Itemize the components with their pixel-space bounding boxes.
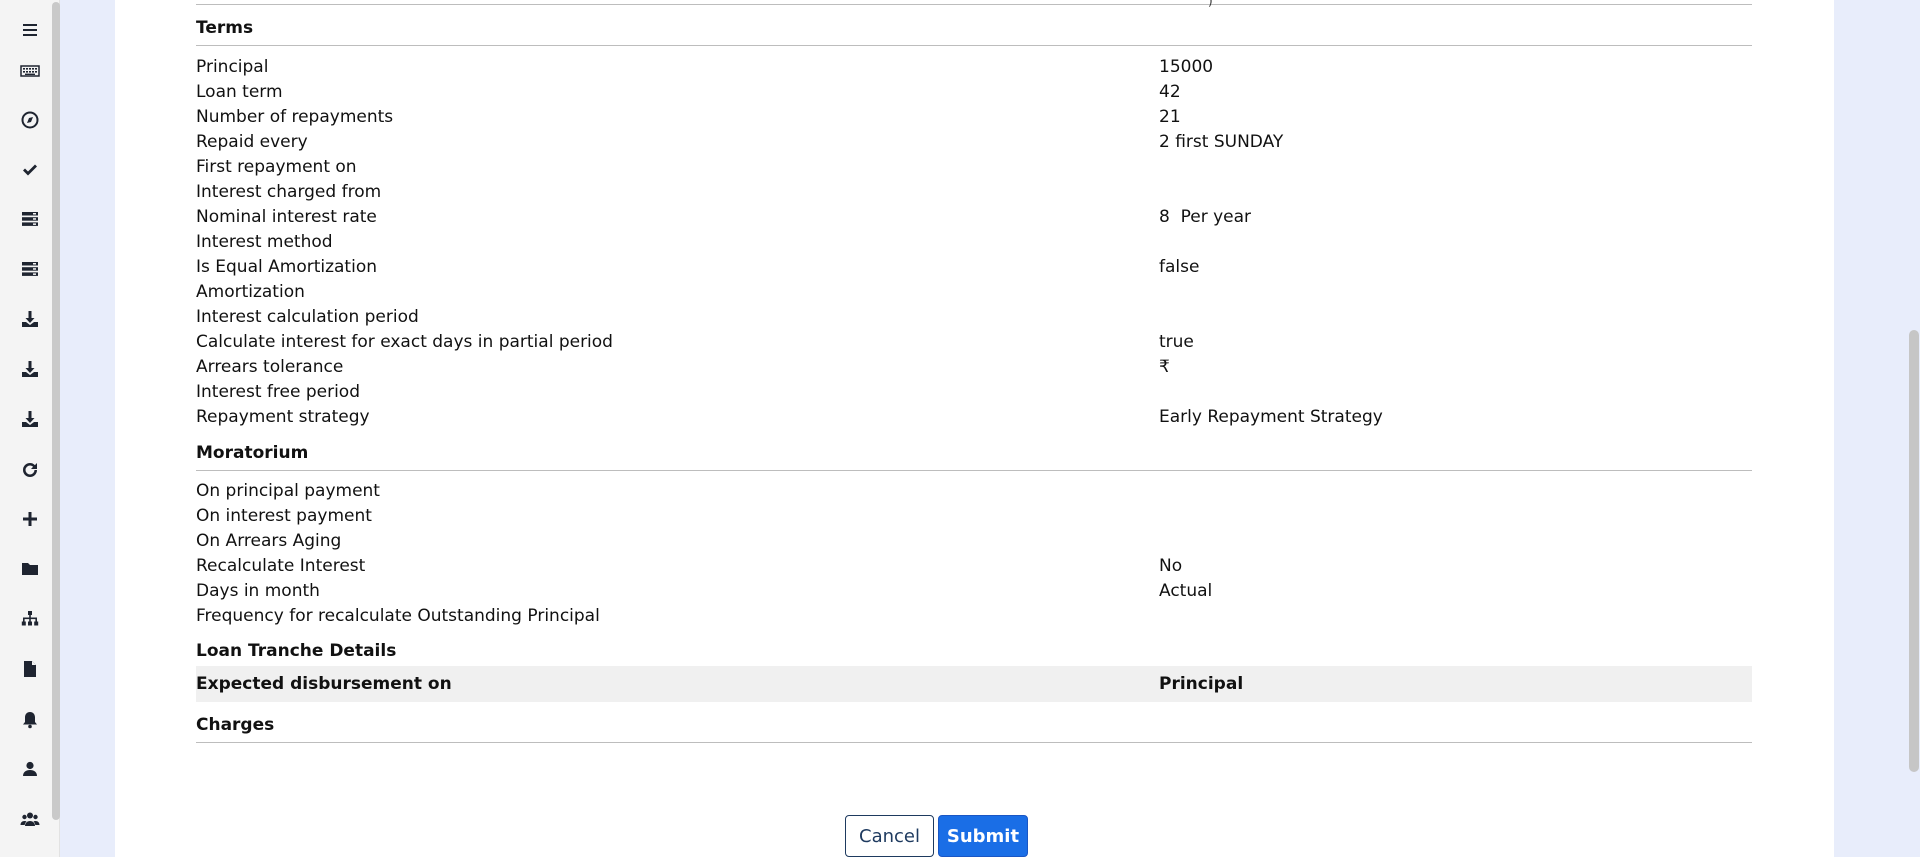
detail-row-on-arrears-aging: On Arrears Aging xyxy=(196,529,1752,554)
detail-row-recalculate-frequency: Frequency for recalculate Outstanding Pr… xyxy=(196,604,1752,629)
server-icon[interactable] xyxy=(10,202,50,236)
detail-label: On interest payment xyxy=(196,506,372,526)
detail-row-on-interest-payment: On interest payment xyxy=(196,504,1752,529)
column-header-principal: Principal xyxy=(1159,674,1244,694)
detail-row-first-repayment-on: First repayment on xyxy=(196,155,1752,180)
page-scrollbar[interactable] xyxy=(1909,330,1919,772)
detail-label: Interest calculation period xyxy=(196,307,419,327)
section-title-loan-tranche: Loan Tranche Details xyxy=(196,641,1752,669)
detail-label: Interest method xyxy=(196,232,333,252)
detail-label: Number of repayments xyxy=(196,107,394,127)
detail-label: Repaid every xyxy=(196,132,308,152)
sidebar-scrollbar[interactable] xyxy=(52,2,60,820)
sidebar xyxy=(0,0,60,857)
detail-value: 15000 xyxy=(1159,57,1214,77)
detail-value: Early Repayment Strategy xyxy=(1159,407,1383,427)
folder-icon[interactable] xyxy=(10,552,50,586)
detail-row-interest-free-period: Interest free period xyxy=(196,380,1752,405)
detail-row-repaid-every: Repaid every 2 first SUNDAY xyxy=(196,130,1752,155)
keyboard-icon[interactable] xyxy=(10,54,50,88)
detail-label: Loan term xyxy=(196,82,283,102)
detail-value: 21 xyxy=(1159,107,1181,127)
detail-row-recalculate-interest: Recalculate Interest No xyxy=(196,554,1752,579)
detail-label: Principal xyxy=(196,57,269,77)
detail-label: Nominal interest rate xyxy=(196,207,377,227)
file-icon[interactable] xyxy=(10,652,50,686)
users-icon[interactable] xyxy=(10,802,50,836)
detail-label: Interest free period xyxy=(196,382,360,402)
detail-value: ₹ xyxy=(1159,357,1170,377)
detail-label: Amortization xyxy=(196,282,305,302)
detail-value: false xyxy=(1159,257,1200,277)
detail-label: Recalculate Interest xyxy=(196,556,366,576)
detail-row-number-of-repayments: Number of repayments 21 xyxy=(196,105,1752,130)
plus-icon[interactable] xyxy=(10,502,50,536)
detail-row-interest-method: Interest method xyxy=(196,230,1752,255)
detail-label: On Arrears Aging xyxy=(196,531,342,551)
user-icon[interactable] xyxy=(10,752,50,786)
detail-row-loan-term: Loan term 42 xyxy=(196,80,1752,105)
detail-row-interest-calculation-period: Interest calculation period xyxy=(196,305,1752,330)
server-icon[interactable] xyxy=(10,252,50,286)
table-header-row: Expected disbursement on Principal xyxy=(196,666,1752,702)
detail-label: Days in month xyxy=(196,581,320,601)
detail-row-arrears-tolerance: Arrears tolerance ₹ xyxy=(196,355,1752,380)
check-icon[interactable] xyxy=(10,153,50,187)
detail-row-nominal-interest-rate: Nominal interest rate 8 Per year xyxy=(196,205,1752,230)
detail-label: Calculate interest for exact days in par… xyxy=(196,332,613,352)
detail-row-days-in-month: Days in month Actual xyxy=(196,579,1752,604)
menu-icon[interactable] xyxy=(10,13,50,47)
refresh-icon[interactable] xyxy=(10,453,50,487)
detail-label: On principal payment xyxy=(196,481,380,501)
detail-value: Actual xyxy=(1159,581,1213,601)
detail-label: Interest charged from xyxy=(196,182,382,202)
detail-row-is-equal-amortization: Is Equal Amortization false xyxy=(196,255,1752,280)
cancel-button[interactable]: Cancel xyxy=(845,815,934,857)
detail-label: Frequency for recalculate Outstanding Pr… xyxy=(196,606,600,626)
detail-label: Repayment strategy xyxy=(196,407,370,427)
detail-value: 8 Per year xyxy=(1159,207,1252,227)
detail-row-calculate-interest-exact-days: Calculate interest for exact days in par… xyxy=(196,330,1752,355)
sitemap-icon[interactable] xyxy=(10,602,50,636)
download-icon[interactable] xyxy=(10,352,50,386)
detail-value: No xyxy=(1159,556,1183,576)
clipped-text: ) xyxy=(1208,0,1213,8)
divider xyxy=(196,4,1752,5)
detail-label: Arrears tolerance xyxy=(196,357,344,377)
detail-row-on-principal-payment: On principal payment xyxy=(196,479,1752,504)
detail-label: First repayment on xyxy=(196,157,357,177)
detail-row-principal: Principal 15000 xyxy=(196,55,1752,80)
download-icon[interactable] xyxy=(10,402,50,436)
section-title-moratorium: Moratorium xyxy=(196,443,1752,471)
submit-button[interactable]: Submit xyxy=(938,815,1028,857)
detail-value: 42 xyxy=(1159,82,1181,102)
detail-row-interest-charged-from: Interest charged from xyxy=(196,180,1752,205)
compass-icon[interactable] xyxy=(10,103,50,137)
detail-row-amortization: Amortization xyxy=(196,280,1752,305)
bell-icon[interactable] xyxy=(10,703,50,737)
download-icon[interactable] xyxy=(10,302,50,336)
detail-row-repayment-strategy: Repayment strategy Early Repayment Strate… xyxy=(196,405,1752,430)
section-title-terms: Terms xyxy=(196,18,1752,46)
detail-value: 2 first SUNDAY xyxy=(1159,132,1284,152)
section-title-charges: Charges xyxy=(196,715,1752,743)
detail-value: true xyxy=(1159,332,1194,352)
detail-label: Is Equal Amortization xyxy=(196,257,377,277)
column-header-disbursement: Expected disbursement on xyxy=(196,674,452,694)
